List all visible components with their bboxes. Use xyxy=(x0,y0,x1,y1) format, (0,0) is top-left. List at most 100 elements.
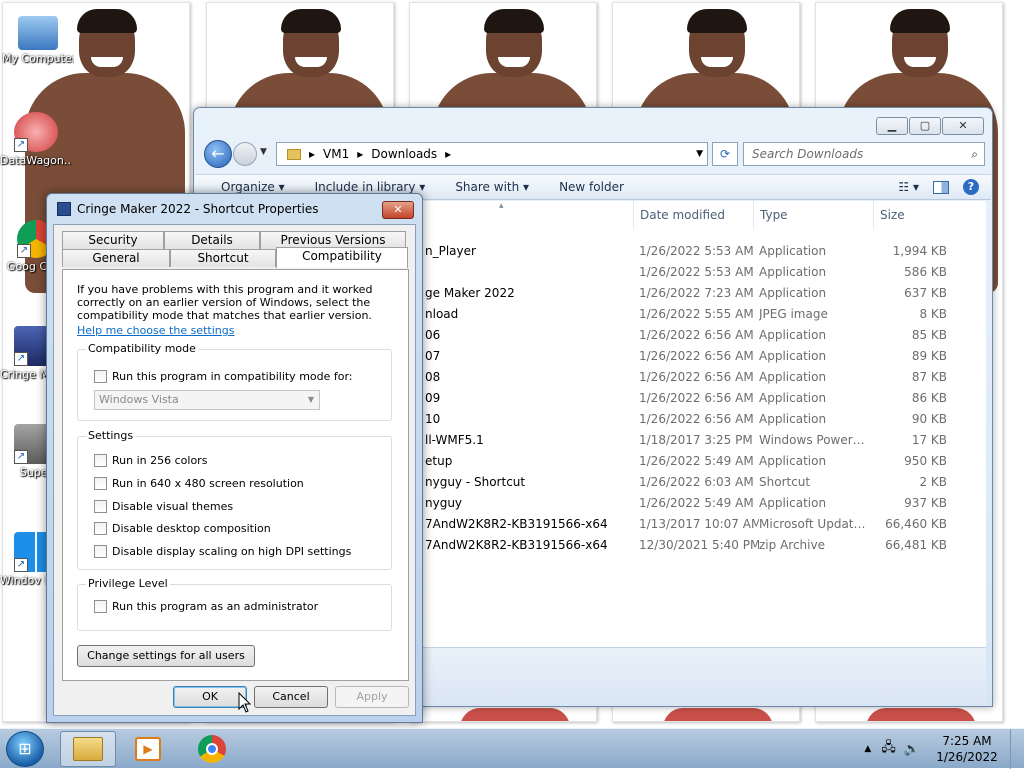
help-choose-settings-link[interactable]: Help me choose the settings xyxy=(77,324,234,337)
apply-button[interactable]: Apply xyxy=(335,686,409,708)
settings-option-row[interactable]: Disable display scaling on high DPI sett… xyxy=(94,545,351,558)
file-size: 950 KB xyxy=(904,454,947,468)
shortcut-arrow-icon: ↗ xyxy=(17,244,31,258)
column-header-date[interactable]: Date modified xyxy=(633,201,753,229)
view-controls: ☷ ▾ ? xyxy=(898,179,979,195)
file-type: zip Archive xyxy=(759,538,825,552)
file-type: Application xyxy=(759,244,827,258)
include-in-library-menu[interactable]: Include in library ▾ xyxy=(315,180,426,194)
forward-button[interactable] xyxy=(233,142,257,166)
dialog-close-button[interactable]: ✕ xyxy=(382,201,414,219)
settings-option-label: Disable display scaling on high DPI sett… xyxy=(112,545,352,558)
maximize-button[interactable]: ▢ xyxy=(909,117,941,135)
change-view-icon[interactable]: ☷ ▾ xyxy=(898,180,919,194)
column-header-type[interactable]: Type xyxy=(753,201,873,229)
desktop-icon-datawagon[interactable]: ↗ DataWagon... xyxy=(0,112,72,168)
network-icon[interactable]: 🖧 xyxy=(881,738,896,760)
file-size: 90 KB xyxy=(911,412,947,426)
help-icon[interactable]: ? xyxy=(963,179,979,195)
folder-icon xyxy=(287,148,301,160)
address-dropdown-icon[interactable]: ▼ xyxy=(696,149,703,159)
shortcut-arrow-icon: ↗ xyxy=(14,138,28,152)
file-name: nyguy xyxy=(425,496,463,510)
file-size: 586 KB xyxy=(904,265,947,279)
file-type: Application xyxy=(759,454,827,468)
settings-option-row[interactable]: Run in 256 colors xyxy=(94,454,207,467)
tab-shortcut[interactable]: Shortcut xyxy=(170,249,276,267)
file-name: 10 xyxy=(425,412,441,426)
run-as-admin-row[interactable]: Run this program as an administrator xyxy=(94,600,318,613)
file-size: 937 KB xyxy=(904,496,947,510)
settings-option-label: Disable visual themes xyxy=(112,500,234,513)
address-bar[interactable]: ▸ VM1 ▸ Downloads ▸ ▼ xyxy=(276,142,708,166)
taskbar-chrome-button[interactable] xyxy=(184,731,240,767)
file-type: Application xyxy=(759,349,827,363)
taskbar-explorer-button[interactable] xyxy=(60,731,116,767)
file-type: Application xyxy=(759,370,827,384)
settings-option-label: Disable desktop composition xyxy=(112,522,271,535)
settings-option-label: Run in 256 colors xyxy=(112,454,208,467)
settings-checkbox[interactable] xyxy=(94,522,107,535)
share-with-menu[interactable]: Share with ▾ xyxy=(455,180,529,194)
taskbar: ⊞ ▶ ▲ 🖧 🔈 7:25 AM 1/26/2022 xyxy=(0,728,1024,769)
file-date: 1/26/2022 5:53 AM xyxy=(639,244,754,258)
file-date: 1/18/2017 3:25 PM xyxy=(639,433,753,447)
breadcrumb-item-vm1[interactable]: VM1 xyxy=(323,147,349,161)
file-name: 7AndW2K8R2-KB3191566-x64 xyxy=(425,517,608,531)
file-date: 1/26/2022 5:49 AM xyxy=(639,454,754,468)
file-name: ge Maker 2022 xyxy=(425,286,515,300)
settings-option-row[interactable]: Run in 640 x 480 screen resolution xyxy=(94,477,304,490)
chrome-icon xyxy=(198,735,226,763)
file-type: Application xyxy=(759,265,827,279)
media-player-icon: ▶ xyxy=(135,737,161,761)
search-icon[interactable]: ⌕ xyxy=(971,147,978,162)
refresh-button[interactable]: ⟳ xyxy=(712,142,738,166)
preview-pane-icon[interactable] xyxy=(933,180,949,194)
desktop-icon-my-computer[interactable]: My Computer xyxy=(2,12,74,66)
desktop-icon-label: My Computer xyxy=(2,52,74,65)
start-button[interactable]: ⊞ xyxy=(6,731,44,767)
show-desktop-button[interactable] xyxy=(1010,729,1024,769)
taskbar-media-player-button[interactable]: ▶ xyxy=(120,731,176,767)
window-controls: ▁ ▢ ✕ xyxy=(875,117,984,135)
show-hidden-icons-icon[interactable]: ▲ xyxy=(864,744,871,754)
tab-general[interactable]: General xyxy=(62,249,170,267)
minimize-button[interactable]: ▁ xyxy=(876,117,908,135)
search-input[interactable]: Search Downloads ⌕ xyxy=(743,142,985,166)
datawagon-icon: ↗ xyxy=(14,112,58,152)
tab-compatibility[interactable]: Compatibility xyxy=(276,247,408,268)
file-size: 17 KB xyxy=(911,433,947,447)
column-header-size[interactable]: Size xyxy=(873,201,953,229)
settings-option-row[interactable]: Disable desktop composition xyxy=(94,522,271,535)
close-button[interactable]: ✕ xyxy=(942,117,984,135)
tab-details[interactable]: Details xyxy=(164,231,260,249)
recent-pages-dropdown[interactable]: ▼ xyxy=(260,147,267,157)
tab-security[interactable]: Security xyxy=(62,231,164,249)
run-as-admin-label: Run this program as an administrator xyxy=(112,600,319,613)
settings-checkbox[interactable] xyxy=(94,454,107,467)
organize-menu[interactable]: Organize ▾ xyxy=(221,180,285,194)
file-name: etup xyxy=(425,454,453,468)
settings-checkbox[interactable] xyxy=(94,500,107,513)
file-type: Application xyxy=(759,412,827,426)
desktop-icon-label: DataWagon... xyxy=(0,154,72,167)
ok-button[interactable]: OK xyxy=(173,686,247,708)
clock[interactable]: 7:25 AM 1/26/2022 xyxy=(932,733,1002,765)
run-as-admin-checkbox[interactable] xyxy=(94,600,107,613)
breadcrumb-item-downloads[interactable]: Downloads xyxy=(371,147,437,161)
change-settings-all-users-button[interactable]: Change settings for all users xyxy=(77,645,255,667)
file-type: Windows PowerS... xyxy=(759,433,869,447)
new-folder-button[interactable]: New folder xyxy=(559,180,624,194)
cancel-button[interactable]: Cancel xyxy=(254,686,328,708)
settings-option-row[interactable]: Disable visual themes xyxy=(94,500,233,513)
compat-mode-checkbox-row[interactable]: Run this program in compatibility mode f… xyxy=(94,370,353,383)
volume-icon[interactable]: 🔈 xyxy=(904,742,920,757)
settings-checkbox[interactable] xyxy=(94,477,107,490)
sort-arrow-icon: ▴ xyxy=(499,201,504,211)
back-button[interactable]: ← xyxy=(204,140,232,168)
file-date: 1/26/2022 6:56 AM xyxy=(639,349,754,363)
settings-checkbox[interactable] xyxy=(94,545,107,558)
compat-mode-checkbox[interactable] xyxy=(94,370,107,383)
file-date: 1/26/2022 6:56 AM xyxy=(639,328,754,342)
file-date: 1/26/2022 6:56 AM xyxy=(639,391,754,405)
